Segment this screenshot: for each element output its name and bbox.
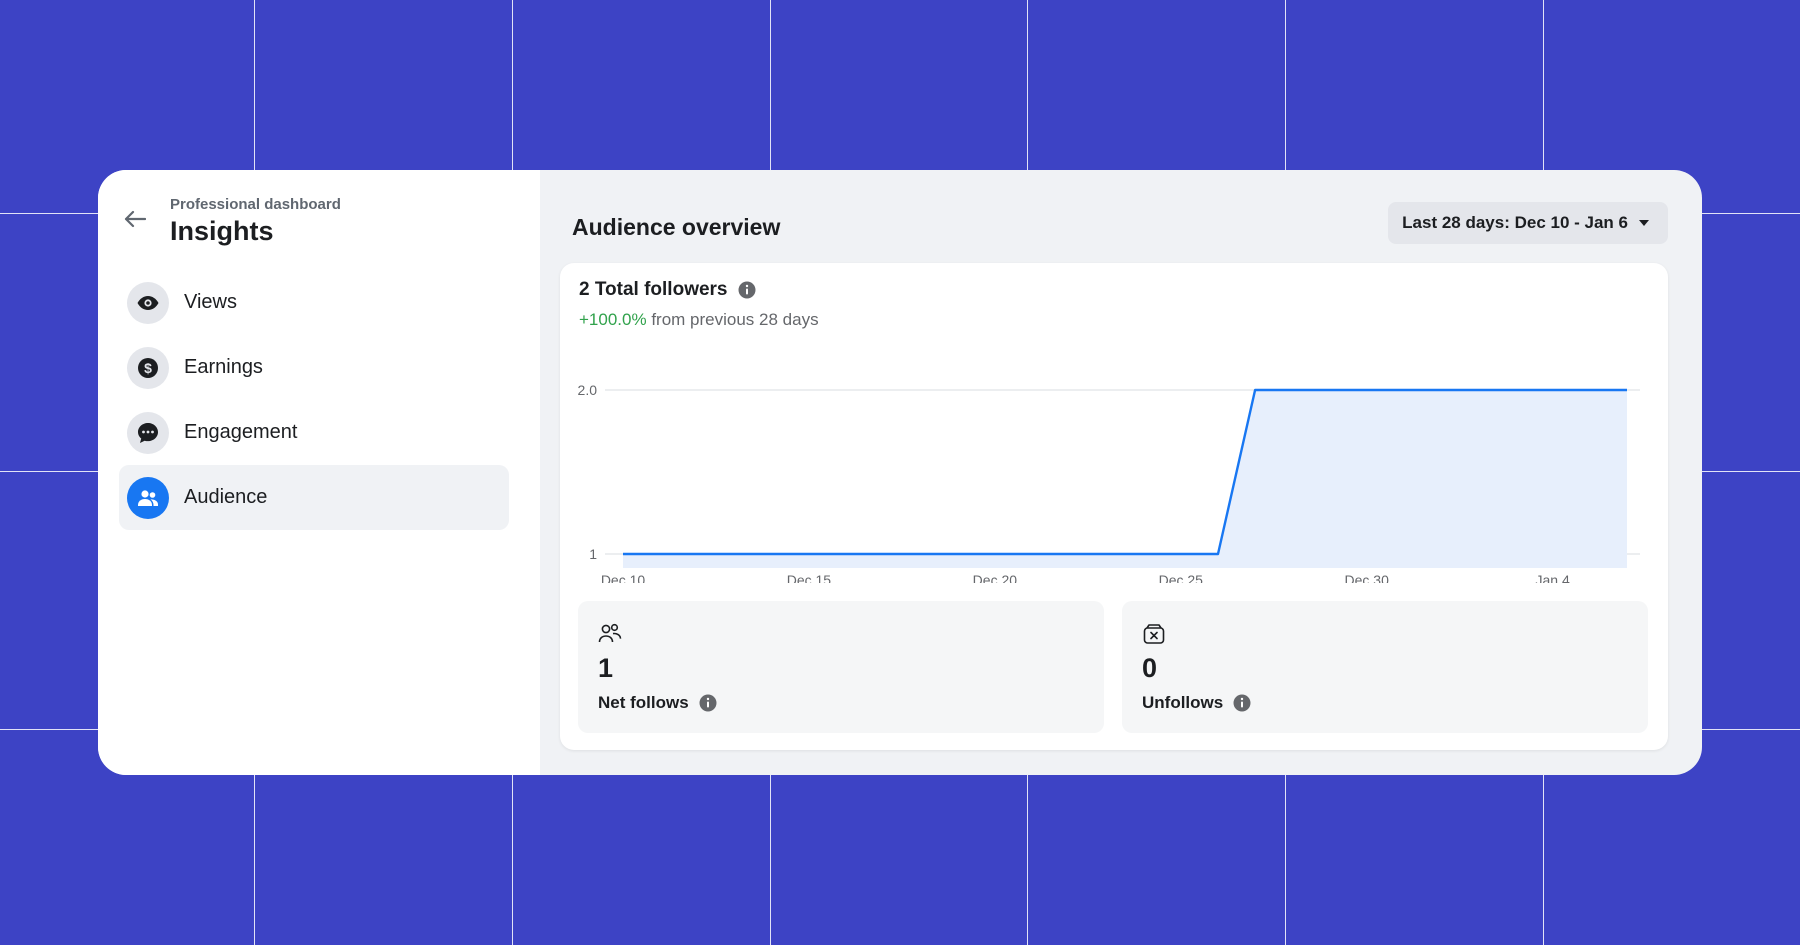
unfollows-label-text: Unfollows: [1142, 693, 1224, 712]
caret-down-icon: [1639, 220, 1649, 226]
sidebar-nav: Views $ Earnings Engagement Audience: [119, 270, 509, 530]
info-icon[interactable]: [738, 281, 756, 299]
main-panel: Audience overview Last 28 days: Dec 10 -…: [540, 170, 1702, 775]
unfollows-value: 0: [1142, 653, 1158, 683]
dollar-icon: $: [127, 346, 169, 389]
sidebar-item-engagement[interactable]: Engagement: [119, 400, 509, 465]
x-tick-label: Dec 15: [787, 572, 832, 583]
net-follows-label-text: Net follows: [598, 693, 689, 712]
page-title: Insights: [170, 216, 274, 246]
change-text: from previous 28 days: [651, 310, 819, 329]
unfollow-box-icon: [1142, 623, 1166, 650]
section-title: Audience overview: [572, 214, 781, 240]
x-tick-label: Dec 30: [1345, 572, 1390, 583]
info-icon[interactable]: [699, 694, 717, 712]
followers-chart: 1 2.0 Dec 10 Dec 15 Dec 20 Dec 25 Dec 30 Jan 4: [578, 382, 1640, 583]
info-icon[interactable]: [1233, 694, 1251, 712]
people-icon: [598, 623, 622, 650]
insights-window: Professional dashboard Insights Views $ …: [98, 170, 1702, 775]
sidebar-item-label: Audience: [184, 486, 268, 508]
y-tick-label: 1: [589, 546, 597, 562]
followers-title-text: 2 Total followers: [579, 279, 728, 300]
eye-icon: [127, 281, 169, 324]
sidebar-item-views[interactable]: Views: [119, 270, 509, 335]
svg-text:$: $: [144, 360, 152, 376]
sidebar-item-audience[interactable]: Audience: [119, 465, 509, 530]
net-follows-value: 1: [598, 653, 614, 683]
followers-card: 2 Total followers +100.0% from previous …: [560, 263, 1668, 750]
unfollows-stat: 0 Unfollows: [1122, 601, 1648, 733]
people-icon: [127, 476, 169, 519]
unfollows-label: Unfollows: [1142, 693, 1251, 713]
back-button[interactable]: [120, 204, 150, 234]
sidebar-item-label: Earnings: [184, 356, 263, 378]
breadcrumb: Professional dashboard: [170, 196, 341, 213]
sidebar-item-label: Views: [184, 291, 237, 313]
arrow-left-icon: [124, 210, 146, 228]
net-follows-label: Net follows: [598, 693, 717, 713]
sidebar-item-earnings[interactable]: $ Earnings: [119, 335, 509, 400]
chart-area: [623, 390, 1627, 568]
sidebar: Professional dashboard Insights Views $ …: [98, 170, 540, 775]
x-tick-label: Jan 4: [1536, 572, 1570, 583]
date-range-label: Last 28 days: Dec 10 - Jan 6: [1402, 213, 1628, 232]
change-percent: +100.0%: [579, 310, 647, 329]
net-follows-stat: 1 Net follows: [578, 601, 1104, 733]
y-tick-label: 2.0: [578, 382, 598, 398]
x-tick-label: Dec 25: [1159, 572, 1204, 583]
followers-change: +100.0% from previous 28 days: [579, 310, 819, 330]
x-tick-label: Dec 10: [601, 572, 646, 583]
date-range-dropdown[interactable]: Last 28 days: Dec 10 - Jan 6: [1388, 202, 1668, 244]
sidebar-item-label: Engagement: [184, 421, 298, 443]
chat-bubble-icon: [127, 411, 169, 454]
x-tick-label: Dec 20: [973, 572, 1018, 583]
followers-title: 2 Total followers: [579, 279, 756, 301]
